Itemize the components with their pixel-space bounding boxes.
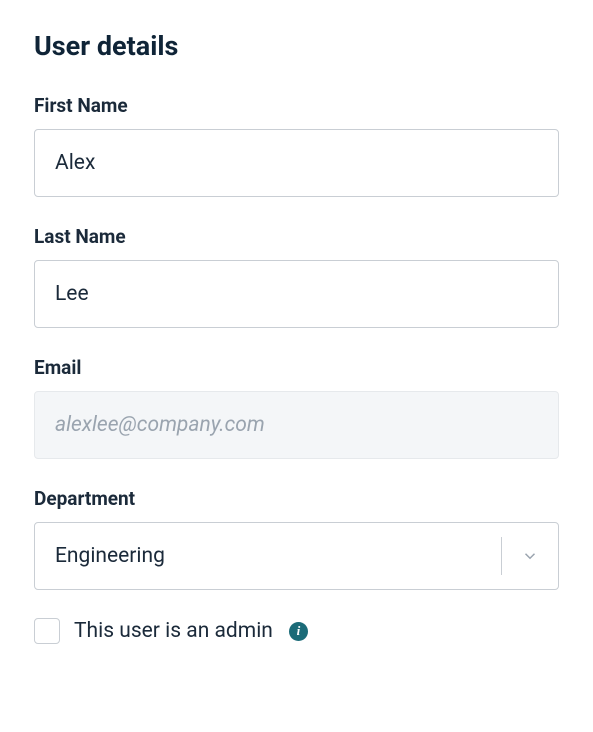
last-name-group: Last Name bbox=[34, 225, 559, 328]
email-label: Email bbox=[34, 356, 559, 379]
chevron-down-icon bbox=[502, 547, 558, 565]
first-name-label: First Name bbox=[34, 94, 559, 117]
department-label: Department bbox=[34, 487, 559, 510]
page-title: User details bbox=[34, 30, 559, 62]
admin-checkbox[interactable] bbox=[34, 618, 60, 644]
department-value: Engineering bbox=[35, 544, 501, 568]
department-group: Department Engineering bbox=[34, 487, 559, 590]
first-name-group: First Name bbox=[34, 94, 559, 197]
first-name-input[interactable] bbox=[34, 129, 559, 197]
department-select[interactable]: Engineering bbox=[34, 522, 559, 590]
admin-checkbox-row: This user is an admin i bbox=[34, 618, 559, 644]
last-name-label: Last Name bbox=[34, 225, 559, 248]
last-name-input[interactable] bbox=[34, 260, 559, 328]
email-input bbox=[34, 391, 559, 459]
admin-checkbox-label: This user is an admin bbox=[74, 619, 273, 643]
info-icon[interactable]: i bbox=[289, 622, 308, 641]
email-group: Email bbox=[34, 356, 559, 459]
